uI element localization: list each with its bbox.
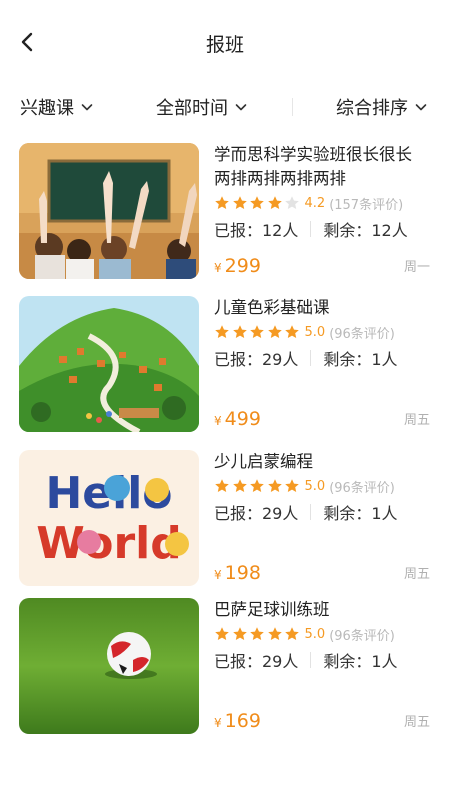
enrolled-count: 已报：29人 bbox=[214, 504, 299, 523]
chevron-down-icon bbox=[81, 104, 93, 111]
price-value: 169 bbox=[224, 710, 261, 732]
price-value: 299 bbox=[224, 255, 261, 277]
stats-divider bbox=[310, 504, 312, 520]
class-day: 周五 bbox=[403, 715, 430, 730]
review-count: (96条评价) bbox=[329, 628, 395, 644]
course-thumbnail: Hello World bbox=[19, 450, 199, 586]
world-word: World bbox=[36, 518, 181, 569]
currency-symbol: ¥ bbox=[214, 568, 222, 582]
stats-divider bbox=[310, 221, 312, 237]
currency-symbol: ¥ bbox=[214, 716, 222, 730]
filter-bar: 兴趣课 全部时间 综合排序 bbox=[0, 86, 450, 128]
course-info: 学而思科学实验班很长很长两排两排两排两排 4.2 (157条评价) 已报：12人… bbox=[214, 143, 434, 279]
star-icon bbox=[250, 479, 264, 492]
chevron-down-icon bbox=[235, 104, 247, 111]
star-icon bbox=[215, 325, 229, 338]
course-name: 儿童色彩基础课 bbox=[214, 298, 330, 317]
course-price: ¥ 169 bbox=[214, 710, 261, 732]
chevron-down-icon bbox=[415, 104, 427, 111]
course-price: ¥ 499 bbox=[214, 408, 261, 430]
enrolled-count: 已报：29人 bbox=[214, 350, 299, 369]
stats-divider bbox=[310, 652, 312, 668]
review-count: (96条评价) bbox=[329, 480, 395, 496]
rating-score: 5.0 bbox=[304, 626, 326, 642]
star-icon bbox=[267, 627, 282, 640]
stats-divider bbox=[310, 350, 312, 366]
class-day: 周五 bbox=[403, 567, 430, 582]
currency-symbol: ¥ bbox=[214, 414, 222, 428]
page-title: 报班 bbox=[205, 34, 244, 56]
enrollment-stats: 已报：12人 剩余：12人 bbox=[214, 217, 434, 241]
rating-row: 5.0 (96条评价) bbox=[214, 624, 434, 644]
star-icon bbox=[232, 479, 247, 492]
remaining-count: 剩余：1人 bbox=[323, 350, 398, 369]
course-card[interactable]: 儿童色彩基础课 5.0 (96条评价) 已报：29人 剩余：1人 ¥ 499 周… bbox=[0, 296, 450, 436]
course-info: 少儿启蒙编程 5.0 (96条评价) 已报：29人 剩余：1人 ¥ 198 周五 bbox=[214, 450, 434, 586]
price-value: 198 bbox=[224, 562, 261, 584]
filter-divider bbox=[292, 98, 293, 116]
star-icon bbox=[250, 627, 264, 640]
course-name: 巴萨足球训练班 bbox=[214, 600, 330, 619]
star-empty-icon bbox=[285, 196, 299, 209]
star-icon bbox=[285, 627, 299, 640]
navigation-bar: 报班 bbox=[0, 0, 450, 86]
course-name: 少儿启蒙编程 bbox=[214, 452, 313, 471]
star-icon bbox=[232, 196, 247, 209]
star-icon bbox=[215, 627, 229, 640]
rating-row: 5.0 (96条评价) bbox=[214, 322, 434, 342]
course-card[interactable]: 学而思科学实验班很长很长两排两排两排两排 4.2 (157条评价) 已报：12人… bbox=[0, 143, 450, 283]
review-count: (157条评价) bbox=[329, 197, 404, 213]
star-icon bbox=[215, 479, 229, 492]
star-icon bbox=[215, 196, 229, 209]
star-icon bbox=[285, 325, 299, 338]
filter-time-dropdown[interactable]: 全部时间 bbox=[156, 94, 248, 120]
filter-time-label: 全部时间 bbox=[156, 98, 228, 119]
filter-category-label: 兴趣课 bbox=[20, 98, 74, 119]
rating-score: 5.0 bbox=[304, 324, 326, 340]
course-name: 学而思科学实验班很长很长两排两排两排两排 bbox=[214, 145, 412, 188]
enrollment-stats: 已报：29人 剩余：1人 bbox=[214, 648, 434, 672]
course-info: 巴萨足球训练班 5.0 (96条评价) 已报：29人 剩余：1人 ¥ 169 周… bbox=[214, 598, 434, 734]
course-card[interactable]: Hello World 少儿启蒙编程 5.0 (96条评价) 已报：29人 剩余… bbox=[0, 450, 450, 590]
star-icon bbox=[267, 479, 282, 492]
filter-sort-dropdown[interactable]: 综合排序 bbox=[336, 94, 428, 120]
star-icon bbox=[285, 479, 299, 492]
enrollment-stats: 已报：29人 剩余：1人 bbox=[214, 500, 434, 524]
course-price: ¥ 299 bbox=[214, 255, 261, 277]
rating-row: 4.2 (157条评价) bbox=[214, 193, 434, 213]
rating-score: 5.0 bbox=[304, 478, 326, 494]
course-thumbnail bbox=[19, 143, 199, 279]
course-info: 儿童色彩基础课 5.0 (96条评价) 已报：29人 剩余：1人 ¥ 499 周… bbox=[214, 296, 434, 432]
currency-symbol: ¥ bbox=[214, 261, 222, 275]
course-card[interactable]: 巴萨足球训练班 5.0 (96条评价) 已报：29人 剩余：1人 ¥ 169 周… bbox=[0, 598, 450, 738]
class-day: 周一 bbox=[403, 260, 430, 275]
remaining-count: 剩余：1人 bbox=[323, 504, 398, 523]
course-price: ¥ 198 bbox=[214, 562, 261, 584]
star-icon bbox=[232, 325, 247, 338]
filter-category-dropdown[interactable]: 兴趣课 bbox=[20, 94, 94, 120]
star-icon bbox=[267, 196, 282, 209]
class-day: 周五 bbox=[403, 413, 430, 428]
course-thumbnail bbox=[19, 296, 199, 432]
rating-row: 5.0 (96条评价) bbox=[214, 476, 434, 496]
enrollment-stats: 已报：29人 剩余：1人 bbox=[214, 346, 434, 370]
price-value: 499 bbox=[224, 408, 261, 430]
remaining-count: 剩余：1人 bbox=[323, 652, 398, 671]
star-icon bbox=[267, 325, 282, 338]
star-icon bbox=[250, 196, 264, 209]
enrolled-count: 已报：29人 bbox=[214, 652, 299, 671]
filter-sort-label: 综合排序 bbox=[336, 98, 408, 119]
remaining-count: 剩余：12人 bbox=[323, 221, 408, 240]
course-thumbnail bbox=[19, 598, 199, 734]
review-count: (96条评价) bbox=[329, 326, 395, 342]
enrolled-count: 已报：12人 bbox=[214, 221, 299, 240]
rating-score: 4.2 bbox=[304, 195, 326, 211]
star-icon bbox=[250, 325, 264, 338]
star-icon bbox=[232, 627, 247, 640]
